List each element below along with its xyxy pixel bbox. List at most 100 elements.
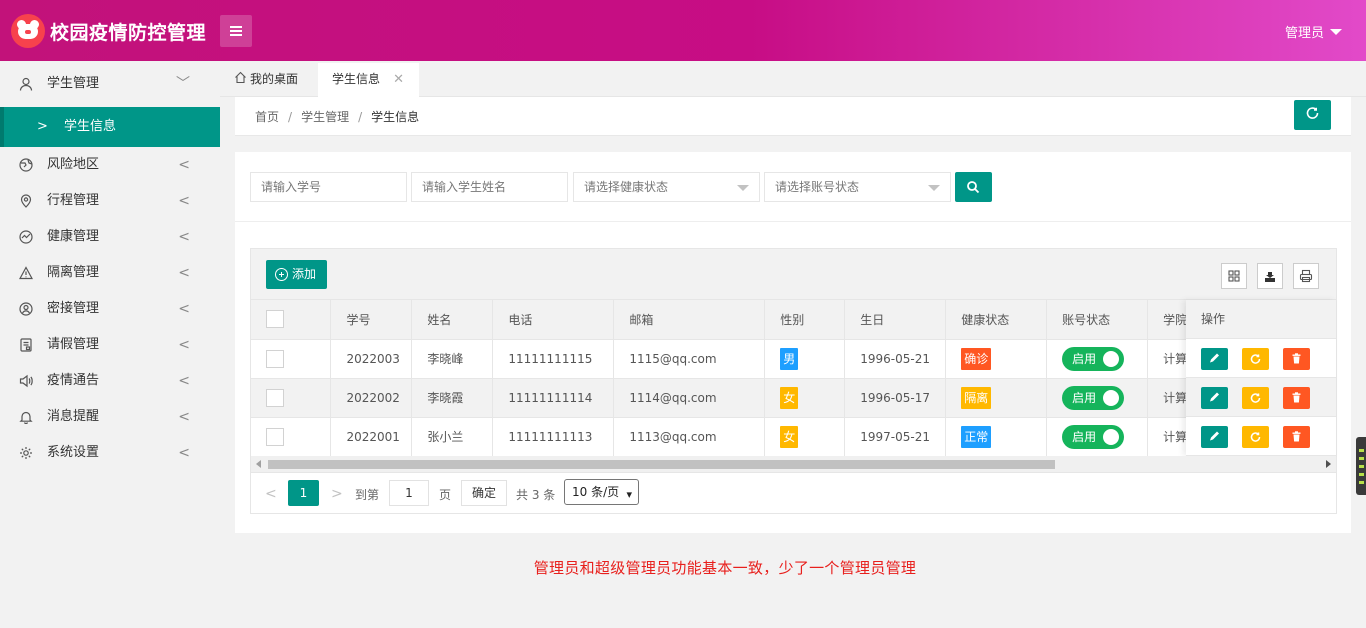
columns-filter-icon[interactable] bbox=[1221, 263, 1247, 289]
edit-button[interactable] bbox=[1201, 348, 1228, 370]
sidebar-item-label: 系统设置 bbox=[47, 445, 100, 460]
next-page-icon[interactable]: > bbox=[331, 486, 343, 502]
column-header[interactable]: 性别 bbox=[764, 300, 846, 340]
side-widget[interactable] bbox=[1356, 437, 1366, 495]
tab-student-info[interactable]: 学生信息 ✕ bbox=[318, 63, 419, 97]
sidebar-item-label: 健康管理 bbox=[47, 229, 100, 244]
sidebar-item-risk-areas[interactable]: 风险地区 < bbox=[0, 147, 220, 183]
account-status-toggle[interactable]: 启用 bbox=[1062, 424, 1125, 449]
plus-circle-icon bbox=[275, 268, 288, 281]
row-checkbox[interactable] bbox=[266, 427, 284, 446]
reset-button[interactable] bbox=[1242, 348, 1269, 370]
toggle-label: 启用 bbox=[1072, 429, 1097, 444]
home-icon bbox=[235, 71, 246, 84]
breadcrumb: 首页 / 学生管理 / 学生信息 bbox=[255, 110, 420, 124]
reset-button[interactable] bbox=[1242, 426, 1269, 448]
account-status-toggle[interactable]: 启用 bbox=[1062, 346, 1125, 371]
search-button[interactable] bbox=[955, 172, 992, 202]
scrollbar-thumb[interactable] bbox=[268, 460, 1055, 469]
chevron-left-icon: < bbox=[178, 301, 190, 317]
add-button[interactable]: 添加 bbox=[266, 260, 327, 289]
sidebar-item-itinerary[interactable]: 行程管理 < bbox=[0, 183, 220, 219]
sidebar-item-label: 请假管理 bbox=[47, 337, 100, 352]
goto-page-input[interactable]: 1 bbox=[389, 480, 429, 506]
column-header[interactable]: 学号 bbox=[330, 300, 413, 340]
page-size-select[interactable]: 10 条/页 ▾ bbox=[564, 479, 639, 505]
row-checkbox[interactable] bbox=[266, 388, 284, 407]
sidebar-item-leave[interactable]: 请假管理 < bbox=[0, 327, 220, 363]
operations-row bbox=[1186, 378, 1336, 417]
student-table: 学号 姓名 电话 邮箱 性别 生日 健康状态 账号状态 学院 2022003 李… bbox=[251, 300, 1336, 457]
export-icon[interactable] bbox=[1257, 263, 1283, 289]
location-pin-icon bbox=[20, 194, 32, 208]
refresh-button[interactable] bbox=[1294, 100, 1331, 130]
column-header[interactable]: 电话 bbox=[492, 300, 615, 340]
scroll-right-icon[interactable] bbox=[1326, 460, 1331, 468]
delete-button[interactable] bbox=[1283, 387, 1310, 409]
sidebar-item-notifications[interactable]: 消息提醒 < bbox=[0, 399, 220, 435]
select-all-checkbox[interactable] bbox=[266, 310, 284, 329]
sidebar-item-label: 行程管理 bbox=[47, 193, 100, 208]
column-header-operations: 操作 bbox=[1186, 300, 1336, 339]
scroll-left-icon[interactable] bbox=[256, 460, 261, 468]
main-panel: 请输入学号 请输入学生姓名 请选择健康状态 请选择账号状态 添加 学号 姓名 电… bbox=[235, 152, 1351, 533]
operations-row bbox=[1186, 339, 1336, 378]
sidebar-item-announcements[interactable]: 疫情通告 < bbox=[0, 363, 220, 399]
student-id-input[interactable]: 请输入学号 bbox=[250, 172, 407, 202]
account-status-select[interactable]: 请选择账号状态 bbox=[764, 172, 951, 202]
chart-line-icon bbox=[19, 230, 33, 244]
edit-button[interactable] bbox=[1201, 387, 1228, 409]
menu-toggle-icon[interactable] bbox=[220, 15, 252, 47]
sidebar-item-settings[interactable]: 系统设置 < bbox=[0, 435, 220, 471]
pagination: < 1 > 到第 1 页 确定 共 3 条 10 条/页 ▾ bbox=[251, 475, 1336, 513]
cell-birthday: 1997-05-21 bbox=[844, 417, 947, 457]
edit-button[interactable] bbox=[1201, 426, 1228, 448]
pencil-icon bbox=[1210, 392, 1219, 402]
sidebar-item-students[interactable]: 学生管理 ﹀ bbox=[0, 61, 220, 107]
data-table: 添加 学号 姓名 电话 邮箱 性别 生日 健康状态 账号状态 学院 202200… bbox=[250, 248, 1337, 514]
user-menu[interactable]: 管理员 bbox=[1285, 22, 1342, 41]
table-header-row: 学号 姓名 电话 邮箱 性别 生日 健康状态 账号状态 学院 bbox=[251, 300, 1336, 340]
sidebar-subitem-student-info[interactable]: > 学生信息 bbox=[0, 107, 220, 147]
close-icon[interactable]: ✕ bbox=[393, 63, 404, 96]
refresh-icon bbox=[1250, 354, 1261, 364]
health-status-badge: 确诊 bbox=[961, 347, 992, 370]
cell-email: 1115@qq.com bbox=[613, 339, 766, 379]
sidebar-item-health[interactable]: 健康管理 < bbox=[0, 219, 220, 255]
sidebar-item-label: 学生管理 bbox=[47, 76, 100, 91]
delete-button[interactable] bbox=[1283, 348, 1310, 370]
row-checkbox[interactable] bbox=[266, 349, 284, 368]
pencil-icon bbox=[1210, 353, 1219, 363]
column-header[interactable]: 邮箱 bbox=[613, 300, 766, 340]
cell-health: 隔离 bbox=[945, 378, 1048, 418]
column-header[interactable]: 账号状态 bbox=[1046, 300, 1149, 340]
health-status-placeholder: 请选择健康状态 bbox=[584, 180, 669, 194]
breadcrumb-students[interactable]: 学生管理 bbox=[301, 110, 349, 124]
prev-page-icon[interactable]: < bbox=[265, 486, 277, 502]
search-icon bbox=[967, 181, 980, 194]
column-header[interactable]: 健康状态 bbox=[945, 300, 1048, 340]
current-page-button[interactable]: 1 bbox=[288, 480, 319, 506]
cell-name: 李晓峰 bbox=[411, 339, 494, 379]
column-header[interactable]: 姓名 bbox=[411, 300, 494, 340]
goto-label: 到第 bbox=[355, 488, 380, 502]
print-icon[interactable] bbox=[1293, 263, 1319, 289]
tab-home[interactable]: 我的桌面 bbox=[234, 63, 298, 97]
account-status-toggle[interactable]: 启用 bbox=[1062, 385, 1125, 410]
goto-confirm-button[interactable]: 确定 bbox=[461, 480, 507, 506]
refresh-icon bbox=[1250, 393, 1261, 403]
tab-student-info-label: 学生信息 bbox=[332, 72, 381, 86]
cell-student-id: 2022002 bbox=[330, 378, 413, 418]
breadcrumb-home[interactable]: 首页 bbox=[255, 110, 279, 124]
sidebar-item-close-contacts[interactable]: 密接管理 < bbox=[0, 291, 220, 327]
reset-button[interactable] bbox=[1242, 387, 1269, 409]
cell-gender: 男 bbox=[764, 339, 846, 379]
health-status-select[interactable]: 请选择健康状态 bbox=[573, 172, 760, 202]
column-header[interactable]: 生日 bbox=[844, 300, 947, 340]
refresh-icon bbox=[1250, 432, 1261, 442]
sidebar-item-quarantine[interactable]: 隔离管理 < bbox=[0, 255, 220, 291]
student-name-input[interactable]: 请输入学生姓名 bbox=[411, 172, 568, 202]
delete-button[interactable] bbox=[1283, 426, 1310, 448]
user-circle-icon bbox=[19, 302, 33, 316]
horizontal-scrollbar[interactable] bbox=[251, 456, 1336, 473]
